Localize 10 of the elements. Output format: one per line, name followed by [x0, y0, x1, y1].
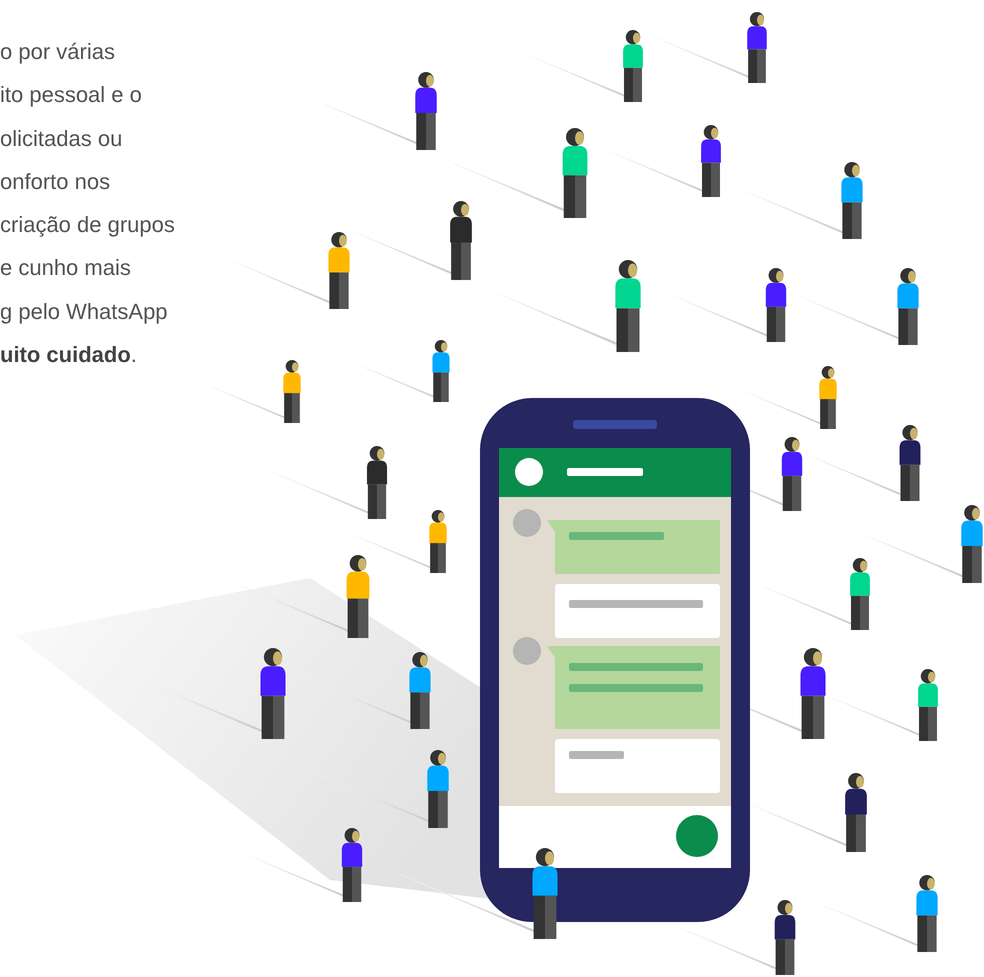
person-figure — [429, 510, 447, 573]
person-figure — [819, 366, 837, 429]
person-figure — [283, 360, 301, 423]
person-figure — [432, 340, 450, 402]
person-figure — [918, 669, 938, 741]
person-figure — [623, 30, 643, 102]
paragraph: o por várias ito pessoal e o olicitadas ou onforto nos criação de grupos e cunho mais g pelo WhatsApp uito cuidado. — [0, 38, 176, 370]
person-figure — [747, 12, 767, 83]
person-figure — [701, 125, 721, 197]
person-figure — [850, 558, 870, 630]
